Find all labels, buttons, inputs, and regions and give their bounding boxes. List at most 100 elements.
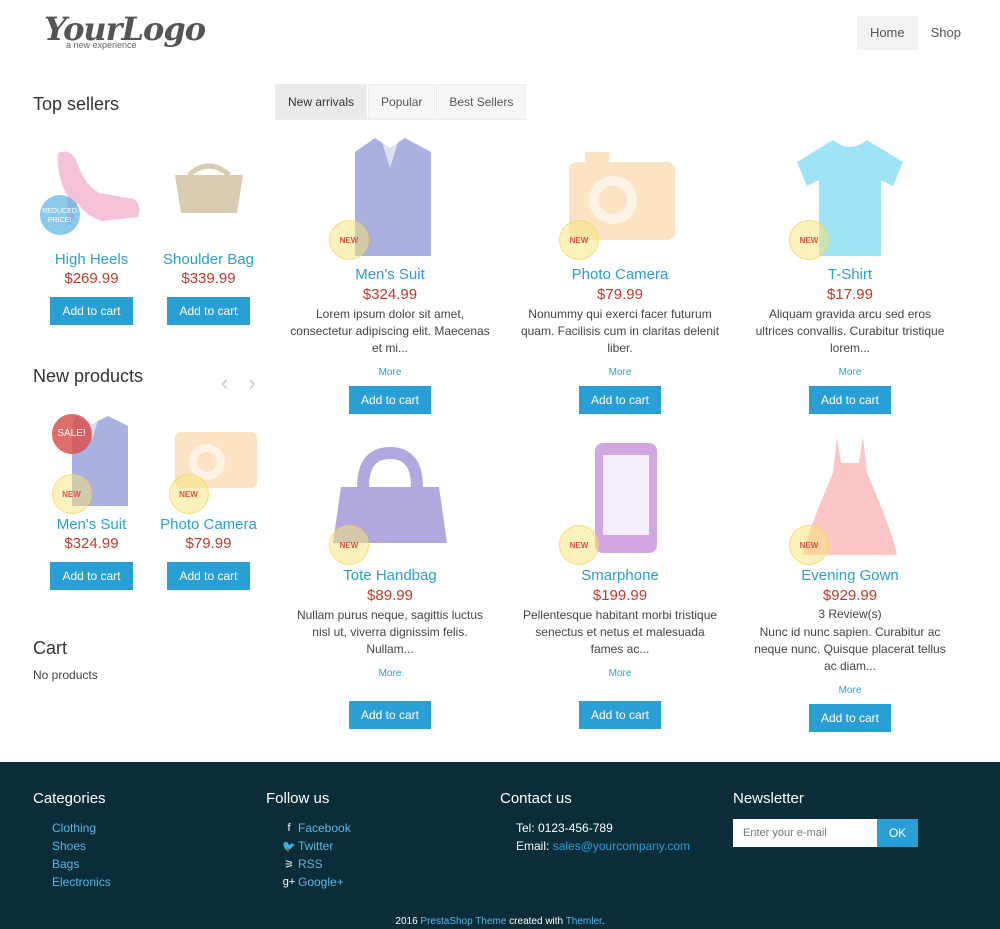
top-seller-item: Shoulder Bag $339.99 Add to cart xyxy=(150,145,267,325)
product-name[interactable]: Evening Gown xyxy=(750,567,950,584)
add-to-cart-button[interactable]: Add to cart xyxy=(578,701,662,729)
newsletter-form: OK xyxy=(733,819,918,847)
google-plus-icon: g+ xyxy=(282,876,296,888)
product-name[interactable]: Tote Handbag xyxy=(290,567,490,584)
copyright: 2016 PrestaShop Theme created with Theml… xyxy=(0,916,1000,927)
social-twitter: 🐦 Twitter xyxy=(282,837,351,855)
more-link[interactable]: More xyxy=(750,367,950,378)
footer-contact: Contact us Tel: 0123-456-789 Email: sale… xyxy=(500,790,690,855)
more-link[interactable]: More xyxy=(750,685,950,696)
sale-badge: SALE! xyxy=(51,414,92,454)
twitter-icon: 🐦 xyxy=(282,840,296,853)
footer-follow: Follow us f Facebook 🐦 Twitter ⚞ RSS g+ … xyxy=(266,790,351,891)
add-to-cart-button[interactable]: Add to cart xyxy=(578,386,662,414)
add-to-cart-button[interactable]: Add to cart xyxy=(808,704,892,732)
more-link[interactable]: More xyxy=(520,668,720,679)
prestashop-theme-link[interactable]: PrestaShop Theme xyxy=(420,916,506,927)
product-name[interactable]: Photo Camera xyxy=(520,266,720,283)
themler-link[interactable]: Themler xyxy=(566,916,602,927)
mens-suit-image[interactable]: SALE! NEW xyxy=(42,410,142,514)
nav-shop[interactable]: Shop xyxy=(918,16,974,50)
shoulder-bag-image[interactable] xyxy=(159,145,259,245)
category-link-bags[interactable]: Bags xyxy=(52,855,111,873)
nav-home[interactable]: Home xyxy=(856,16,918,50)
product-name[interactable]: Smarphone xyxy=(520,567,720,584)
facebook-icon: f xyxy=(287,822,291,834)
product-price: $89.99 xyxy=(367,587,413,604)
product-name[interactable]: Shoulder Bag xyxy=(150,251,267,268)
photo-camera-image[interactable]: NEW xyxy=(559,132,675,262)
logo[interactable]: YourLogo a new experience xyxy=(44,10,206,54)
email-link[interactable]: sales@yourcompany.com xyxy=(553,839,690,853)
add-to-cart-button[interactable]: Add to cart xyxy=(50,297,133,325)
product-price: $339.99 xyxy=(181,270,236,287)
evening-gown-image[interactable]: NEW xyxy=(789,433,905,565)
add-to-cart-button[interactable]: Add to cart xyxy=(348,386,432,414)
newsletter-ok-button[interactable]: OK xyxy=(877,819,918,847)
copyright-end: . xyxy=(601,916,605,927)
product-price: $17.99 xyxy=(827,286,873,303)
category-link-clothing[interactable]: Clothing xyxy=(52,819,111,837)
add-to-cart-button[interactable]: Add to cart xyxy=(50,562,133,590)
top-sellers-title: Top sellers xyxy=(33,94,120,114)
product-description: Nunc id nunc sapien. Curabitur ac neque … xyxy=(754,625,946,673)
new-products-title: New products xyxy=(33,366,144,386)
product-description: Aliquam gravida arcu sed eros ultrices c… xyxy=(755,307,945,355)
chevron-right-icon[interactable]: › xyxy=(248,370,255,395)
copyright-year: 2016 xyxy=(395,916,421,927)
rss-link[interactable]: RSS xyxy=(298,857,323,871)
google-plus-link[interactable]: Google+ xyxy=(298,875,344,889)
product-name[interactable]: High Heels xyxy=(33,251,150,268)
mens-suit-image[interactable]: NEW xyxy=(329,132,445,262)
product-card: NEW Tote Handbag $89.99 Nullam purus neq… xyxy=(290,433,490,729)
tab-new-arrivals[interactable]: New arrivals xyxy=(275,84,368,119)
product-name[interactable]: Men's Suit xyxy=(33,516,150,533)
add-to-cart-button[interactable]: Add to cart xyxy=(167,297,250,325)
product-name[interactable]: Photo Camera xyxy=(150,516,267,533)
add-to-cart-button[interactable]: Add to cart xyxy=(348,701,432,729)
product-tabs: New arrivals Popular Best Sellers xyxy=(275,84,528,120)
footer-newsletter: Newsletter OK xyxy=(733,790,918,847)
product-description: Nonummy qui exerci facer futurum quam. F… xyxy=(520,307,720,355)
product-name[interactable]: Men's Suit xyxy=(290,266,490,283)
newsletter-title: Newsletter xyxy=(733,790,804,807)
twitter-link[interactable]: Twitter xyxy=(298,839,333,853)
product-name[interactable]: T-Shirt xyxy=(750,266,950,283)
copyright-mid: created with xyxy=(506,916,566,927)
top-seller-item: REDUCED PRICE! High Heels $269.99 Add to… xyxy=(33,145,150,325)
product-card: NEW Photo Camera $79.99 Nonummy qui exer… xyxy=(520,132,720,414)
product-card: NEW T-Shirt $17.99 Aliquam gravida arcu … xyxy=(750,132,950,414)
high-heels-image[interactable]: REDUCED PRICE! xyxy=(39,145,142,245)
photo-camera-image[interactable]: NEW xyxy=(159,410,259,514)
chevron-left-icon[interactable]: ‹ xyxy=(221,370,228,395)
category-link-shoes[interactable]: Shoes xyxy=(52,837,111,855)
new-badge: NEW xyxy=(168,474,209,514)
newsletter-email-input[interactable] xyxy=(733,819,877,847)
new-badge: NEW xyxy=(51,474,92,514)
product-description: Lorem ipsum dolor sit amet, consectetur … xyxy=(290,307,490,355)
t-shirt-image[interactable]: NEW xyxy=(789,132,905,262)
product-price: $929.99 xyxy=(822,587,878,604)
add-to-cart-button[interactable]: Add to cart xyxy=(808,386,892,414)
tab-popular[interactable]: Popular xyxy=(368,84,436,119)
tote-handbag-image[interactable]: NEW xyxy=(329,433,447,565)
more-link[interactable]: More xyxy=(290,668,490,679)
add-to-cart-button[interactable]: Add to cart xyxy=(167,562,250,590)
new-badge: NEW xyxy=(789,220,829,260)
new-product-item: SALE! NEW Men's Suit $324.99 Add to cart xyxy=(33,410,150,590)
more-link[interactable]: More xyxy=(520,367,720,378)
main-nav: Home Shop xyxy=(856,16,974,50)
product-reviews[interactable]: 3 Review(s) xyxy=(750,607,950,621)
new-product-item: NEW Photo Camera $79.99 Add to cart xyxy=(150,410,267,590)
facebook-link[interactable]: Facebook xyxy=(298,821,351,835)
smartphone-image[interactable]: NEW xyxy=(559,433,675,565)
product-price: $79.99 xyxy=(597,286,643,303)
product-price: $79.99 xyxy=(185,535,232,552)
reduced-price-badge: REDUCED PRICE! xyxy=(39,195,80,235)
new-badge: NEW xyxy=(789,525,829,565)
email-label: Email: xyxy=(516,839,553,853)
more-link[interactable]: More xyxy=(290,367,490,378)
footer: Categories Clothing Shoes Bags Electroni… xyxy=(0,762,1000,929)
category-link-electronics[interactable]: Electronics xyxy=(52,873,111,891)
tab-best-sellers[interactable]: Best Sellers xyxy=(436,84,527,119)
